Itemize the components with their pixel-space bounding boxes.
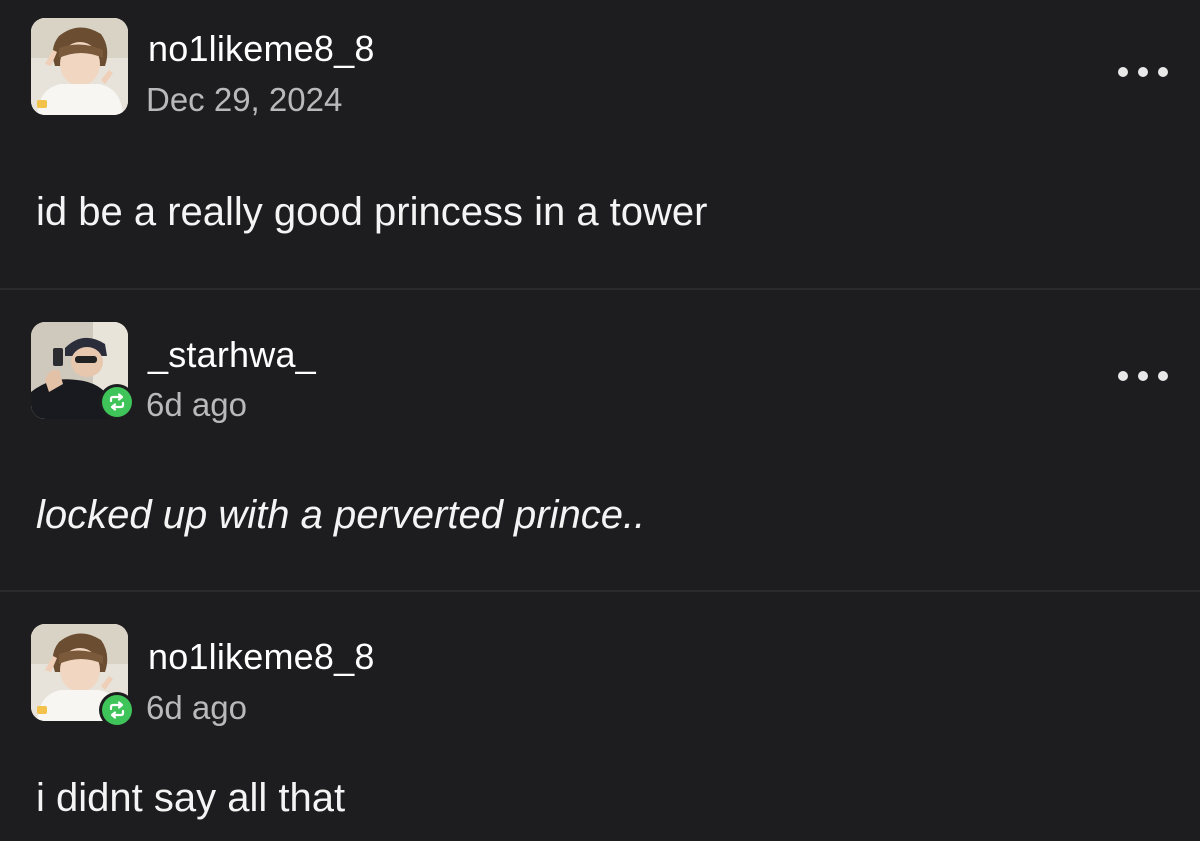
username[interactable]: _starhwa_ <box>148 334 316 376</box>
username[interactable]: no1likeme8_8 <box>148 636 375 678</box>
more-options-button[interactable] <box>1118 62 1168 82</box>
post: no1likeme8_8 6d ago i didnt say all that <box>0 592 1200 841</box>
post-text: i didnt say all that <box>36 776 346 820</box>
more-options-icon <box>1118 67 1128 77</box>
post-text: id be a really good princess in a tower <box>36 190 708 234</box>
avatar[interactable] <box>31 18 128 115</box>
timestamp: Dec 29, 2024 <box>146 81 343 118</box>
reblog-icon <box>109 701 125 719</box>
more-options-button[interactable] <box>1118 366 1168 386</box>
timestamp: 6d ago <box>146 386 247 423</box>
reblog-icon <box>109 393 125 411</box>
more-options-icon <box>1118 371 1128 381</box>
timestamp: 6d ago <box>146 689 247 726</box>
avatar-image <box>31 18 128 115</box>
post-text: locked up with a perverted prince.. <box>36 493 646 537</box>
username[interactable]: no1likeme8_8 <box>148 28 375 70</box>
post: no1likeme8_8 Dec 29, 2024 id be a really… <box>0 0 1200 288</box>
reblog-badge <box>99 384 135 420</box>
post: _starhwa_ 6d ago locked up with a perver… <box>0 290 1200 590</box>
reblog-badge <box>99 692 135 728</box>
